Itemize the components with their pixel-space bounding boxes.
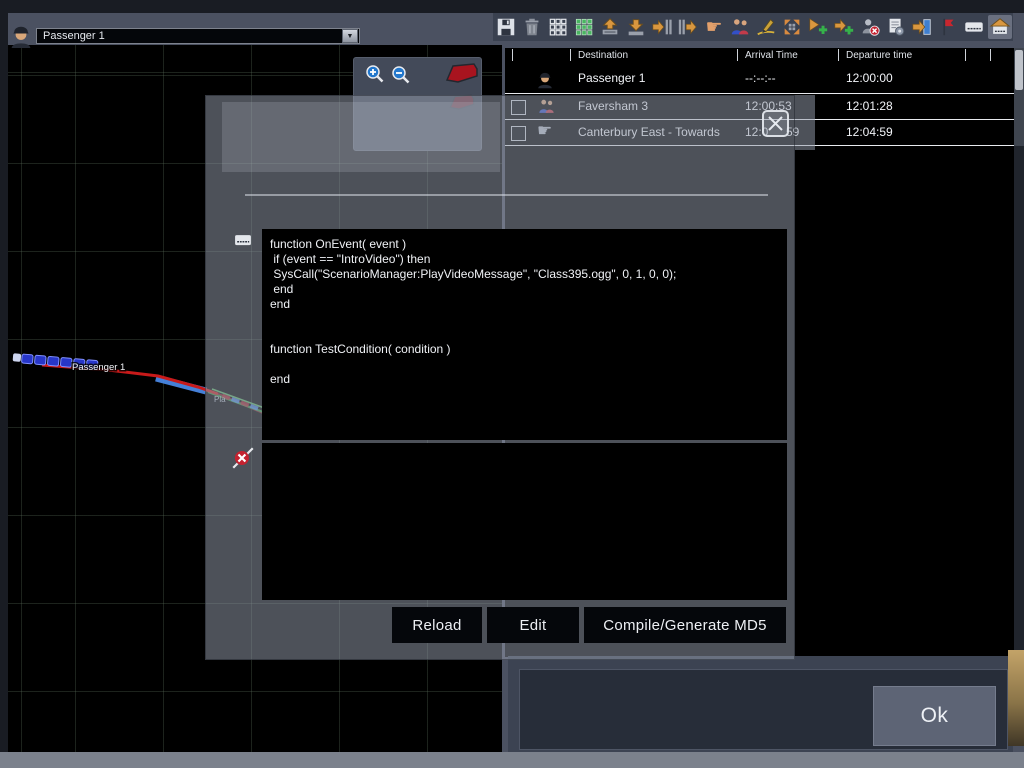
header-tick — [838, 49, 839, 61]
header-tick — [965, 49, 966, 61]
scenario-properties-icon[interactable] — [988, 15, 1012, 39]
scrollbar-thumb[interactable] — [1015, 50, 1023, 90]
grid-green-icon[interactable] — [572, 15, 596, 39]
editor-toolbar: ☛ — [493, 13, 1013, 41]
zoom-in-icon[interactable] — [364, 63, 386, 85]
console-icon[interactable] — [962, 15, 986, 39]
col-destination: Destination — [578, 48, 628, 63]
scene-fragment — [1008, 650, 1024, 746]
right-edge-strip — [1014, 146, 1024, 657]
lower-terrain-icon[interactable] — [624, 15, 648, 39]
clear-script-icon[interactable] — [230, 445, 256, 471]
platform-segment — [156, 378, 206, 391]
compass-icon[interactable] — [780, 15, 804, 39]
driver-avatar-icon — [8, 21, 34, 48]
flag-marker-icon[interactable] — [444, 61, 480, 85]
save-icon[interactable] — [494, 15, 518, 39]
hand-icon[interactable]: ☛ — [702, 15, 726, 39]
remove-driver-icon[interactable] — [858, 15, 882, 39]
timetable-header: Destination Arrival Time Departure time — [505, 48, 1014, 63]
script-editor[interactable]: function OnEvent( event ) if (event == "… — [262, 229, 787, 440]
dialog-divider — [245, 194, 768, 196]
row-arrival: --:--:-- — [745, 63, 776, 93]
driver-dropdown[interactable]: Passenger 1 ▼ — [36, 28, 360, 44]
header-tick — [512, 49, 513, 61]
delete-icon[interactable] — [520, 15, 544, 39]
row-departure: 12:04:59 — [846, 120, 893, 145]
raise-terrain-icon[interactable] — [598, 15, 622, 39]
passengers-icon[interactable] — [728, 15, 752, 39]
header-tick — [737, 49, 738, 61]
ok-button[interactable]: Ok — [873, 686, 996, 746]
dialog-header-panel — [222, 102, 500, 172]
row-destination: Passenger 1 — [578, 63, 645, 93]
script-dialog-band — [795, 95, 815, 150]
table-row[interactable]: Passenger 1 --:--:-- 12:00:00 — [505, 63, 1014, 94]
portal-icon[interactable] — [910, 15, 934, 39]
row-departure: 12:01:28 — [846, 94, 893, 119]
script-output-box[interactable] — [262, 443, 787, 600]
close-icon — [767, 115, 784, 132]
zoom-out-icon[interactable] — [390, 64, 412, 86]
script-console-icon — [231, 231, 255, 251]
header-tick — [990, 49, 991, 61]
window-left-strip — [0, 13, 8, 752]
script-text: function OnEvent( event ) if (event == "… — [270, 237, 779, 387]
add-marker-icon[interactable] — [806, 15, 830, 39]
grid-white-icon[interactable] — [546, 15, 570, 39]
add-arrow-icon[interactable] — [832, 15, 856, 39]
row-departure: 12:00:00 — [846, 63, 893, 93]
header-tick — [570, 49, 571, 61]
document-settings-icon[interactable] — [884, 15, 908, 39]
signature-icon[interactable] — [754, 15, 778, 39]
driver-row-icon — [536, 68, 554, 89]
dropdown-arrow-button[interactable]: ▼ — [342, 29, 358, 43]
reload-button[interactable]: Reload — [392, 607, 482, 643]
train-label: Passenger 1 — [72, 362, 125, 373]
insert-right-icon[interactable] — [676, 15, 700, 39]
close-button[interactable] — [762, 110, 789, 137]
driver-dropdown-value: Passenger 1 — [37, 30, 342, 42]
compile-button[interactable]: Compile/Generate MD5 — [584, 607, 786, 643]
col-arrival: Arrival Time — [745, 48, 798, 63]
window-top-strip — [0, 0, 1024, 13]
shift-right-icon[interactable] — [650, 15, 674, 39]
edit-button[interactable]: Edit — [487, 607, 579, 643]
flag-icon[interactable] — [936, 15, 960, 39]
col-departure: Departure time — [846, 48, 912, 63]
window-bottom-strip — [0, 752, 1024, 768]
